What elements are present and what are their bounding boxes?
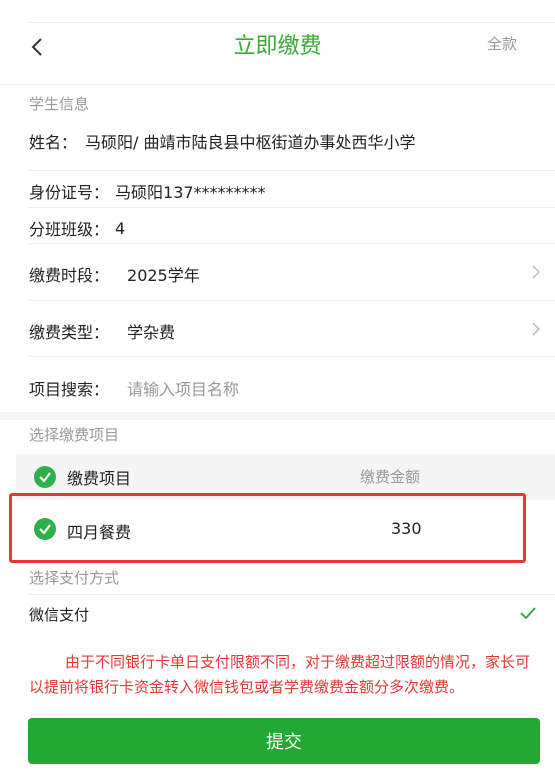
payment-section-label: 选择支付方式 bbox=[29, 569, 120, 587]
fee-type-value: 学杂费 bbox=[127, 323, 176, 342]
divider bbox=[29, 356, 555, 357]
divider bbox=[29, 594, 555, 595]
fee-type-label: 缴费类型： bbox=[29, 323, 110, 342]
header-divider bbox=[0, 84, 555, 85]
column-header-item: 缴费项目 bbox=[67, 469, 132, 488]
student-name-label: 姓名： bbox=[29, 133, 78, 152]
divider bbox=[29, 207, 555, 208]
top-divider bbox=[28, 22, 555, 23]
class-label: 分班班级： bbox=[29, 220, 110, 239]
item-search-label: 项目搜索： bbox=[29, 380, 110, 399]
class-value: 4 bbox=[115, 218, 126, 238]
student-name-row: 姓名： 马硕阳/ 曲靖市陆良县中枢街道办事处西华小学 bbox=[29, 129, 555, 153]
period-value: 2025学年 bbox=[127, 266, 200, 285]
wechat-pay-option[interactable]: 微信支付 bbox=[29, 604, 89, 625]
chevron-right-icon bbox=[532, 265, 541, 279]
page-title: 立即缴费 bbox=[233, 34, 322, 59]
class-row: 分班班级： 4 bbox=[29, 216, 555, 240]
divider bbox=[29, 170, 555, 171]
highlight-box bbox=[9, 493, 526, 563]
selected-check-icon bbox=[520, 607, 536, 620]
full-payment-button[interactable]: 全款 bbox=[487, 33, 517, 54]
student-id-row: 身份证号： 马硕阳137********* bbox=[29, 179, 555, 203]
divider bbox=[29, 300, 555, 301]
student-info-section-label: 学生信息 bbox=[29, 95, 90, 113]
page-header: 立即缴费 全款 bbox=[0, 0, 555, 88]
chevron-right-icon bbox=[532, 322, 541, 336]
section-separator bbox=[0, 412, 555, 420]
select-all-checkbox[interactable] bbox=[34, 466, 56, 488]
id-label: 身份证号： bbox=[29, 183, 110, 202]
column-header-amount: 缴费金额 bbox=[360, 468, 421, 486]
payment-limit-notice: 由于不同银行卡单日支付限额不同，对于缴费超过限额的情况，家长可以提前将银行卡资金… bbox=[29, 653, 531, 696]
period-row[interactable]: 缴费时段： 2025学年 bbox=[29, 262, 555, 286]
fee-type-row[interactable]: 缴费类型： 学杂费 bbox=[29, 319, 555, 343]
items-section-label: 选择缴费项目 bbox=[29, 426, 120, 444]
item-search-row: 项目搜索： 请输入项目名称 bbox=[29, 376, 555, 400]
item-search-input[interactable]: 请输入项目名称 bbox=[127, 376, 239, 400]
student-name-value: 马硕阳/ 曲靖市陆良县中枢街道办事处西华小学 bbox=[85, 133, 416, 152]
id-value: 马硕阳137********* bbox=[115, 183, 266, 202]
divider bbox=[29, 243, 555, 244]
submit-button[interactable]: 提交 bbox=[28, 718, 540, 764]
period-label: 缴费时段： bbox=[29, 266, 110, 285]
check-icon bbox=[39, 472, 51, 483]
